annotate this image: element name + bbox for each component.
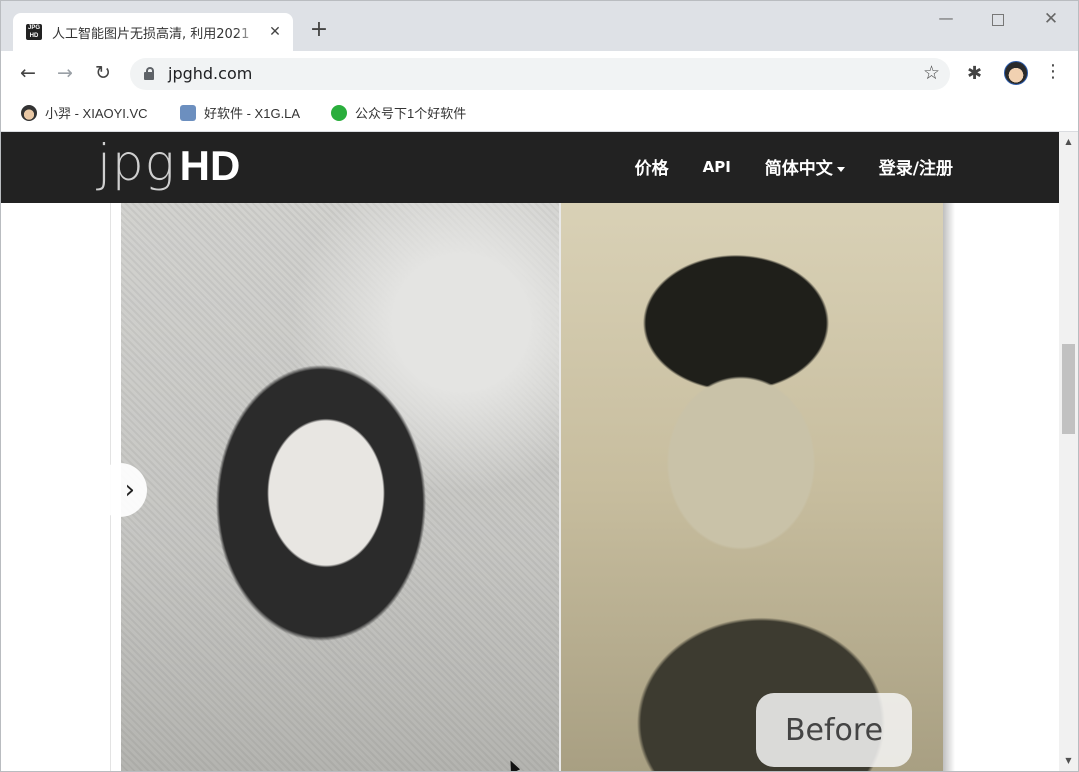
frame-shadow [943,203,955,771]
software-icon [180,104,196,121]
language-label: 简体中文 [764,159,833,179]
maximize-icon [992,14,1004,26]
bookmark-label: 好软件 - X1G.LA [204,106,301,121]
bookmark-xiaoyi[interactable]: 小羿 - XIAOYI.VC [21,103,148,122]
scroll-up-arrow-icon[interactable]: ▲ [1059,134,1078,150]
before-after-slider: › Before [93,203,963,771]
browser-toolbar: ← → ↻ jpghd.com ☆ ✱ ⋮ [1,51,1078,95]
scroll-down-arrow-icon[interactable]: ▼ [1059,753,1078,769]
forward-button[interactable]: → [52,60,78,86]
bookmark-star-icon[interactable]: ☆ [923,62,940,84]
slider-prev-button[interactable]: › [93,463,147,517]
bookmarks-bar: 小羿 - XIAOYI.VC 好软件 - X1G.LA 公众号下1个好软件 [1,95,1078,132]
tab-strip: JPG HD 人工智能图片无损高清, 利用2021 ✕ + — ✕ [1,1,1078,51]
page-scrollbar[interactable]: ▲ ▼ [1059,132,1078,771]
back-button[interactable]: ← [15,60,41,86]
avatar-icon [21,104,37,121]
page-viewport: jpg HD 价格 API 简体中文 登录/注册 › Before [1,132,1059,771]
lock-icon[interactable] [144,67,154,80]
site-navbar: jpg HD 价格 API 简体中文 登录/注册 [1,132,1059,203]
tab-title: 人工智能图片无损高清, 利用2021 [52,26,250,42]
address-bar[interactable]: jpghd.com ☆ [130,58,950,90]
caret-down-icon [836,166,845,172]
wechat-icon [331,104,347,121]
browser-menu-icon[interactable]: ⋮ [1044,61,1062,82]
logo-jpg: jpg [97,134,176,192]
nav-login-link[interactable]: 登录/注册 [879,154,953,179]
bookmark-wechat[interactable]: 公众号下1个好软件 [331,103,466,122]
before-badge: Before [756,693,912,767]
tab-close-icon[interactable]: ✕ [266,24,284,40]
url-text[interactable]: jpghd.com [168,64,252,83]
browser-window: JPG HD 人工智能图片无损高清, 利用2021 ✕ + — ✕ ← → ↻ … [0,0,1079,772]
reload-button[interactable]: ↻ [90,60,116,86]
scroll-thumb[interactable] [1062,344,1075,434]
site-favicon-icon: JPG HD [26,24,42,40]
bookmark-label: 公众号下1个好软件 [355,106,467,121]
nav-price-link[interactable]: 价格 [635,154,669,179]
extensions-puzzle-icon[interactable]: ✱ [967,63,982,84]
tab-active[interactable]: JPG HD 人工智能图片无损高清, 利用2021 ✕ [13,13,293,51]
window-minimize-button[interactable]: — [931,9,961,27]
logo-hd: HD [179,142,241,189]
site-logo[interactable]: jpg HD [97,134,240,194]
window-maximize-button[interactable] [983,9,1013,30]
new-tab-button[interactable]: + [307,17,331,42]
window-close-button[interactable]: ✕ [1036,9,1066,29]
sample-photo-girl [121,203,559,771]
site-nav-links: 价格 API 简体中文 登录/注册 [601,154,953,180]
sample-photo-man [561,203,943,771]
bookmark-x1g[interactable]: 好软件 - X1G.LA [180,103,300,122]
nav-language-dropdown[interactable]: 简体中文 [765,154,845,179]
profile-avatar[interactable] [1004,61,1028,85]
nav-api-link[interactable]: API [703,158,731,176]
bookmark-label: 小羿 - XIAOYI.VC [45,106,148,121]
